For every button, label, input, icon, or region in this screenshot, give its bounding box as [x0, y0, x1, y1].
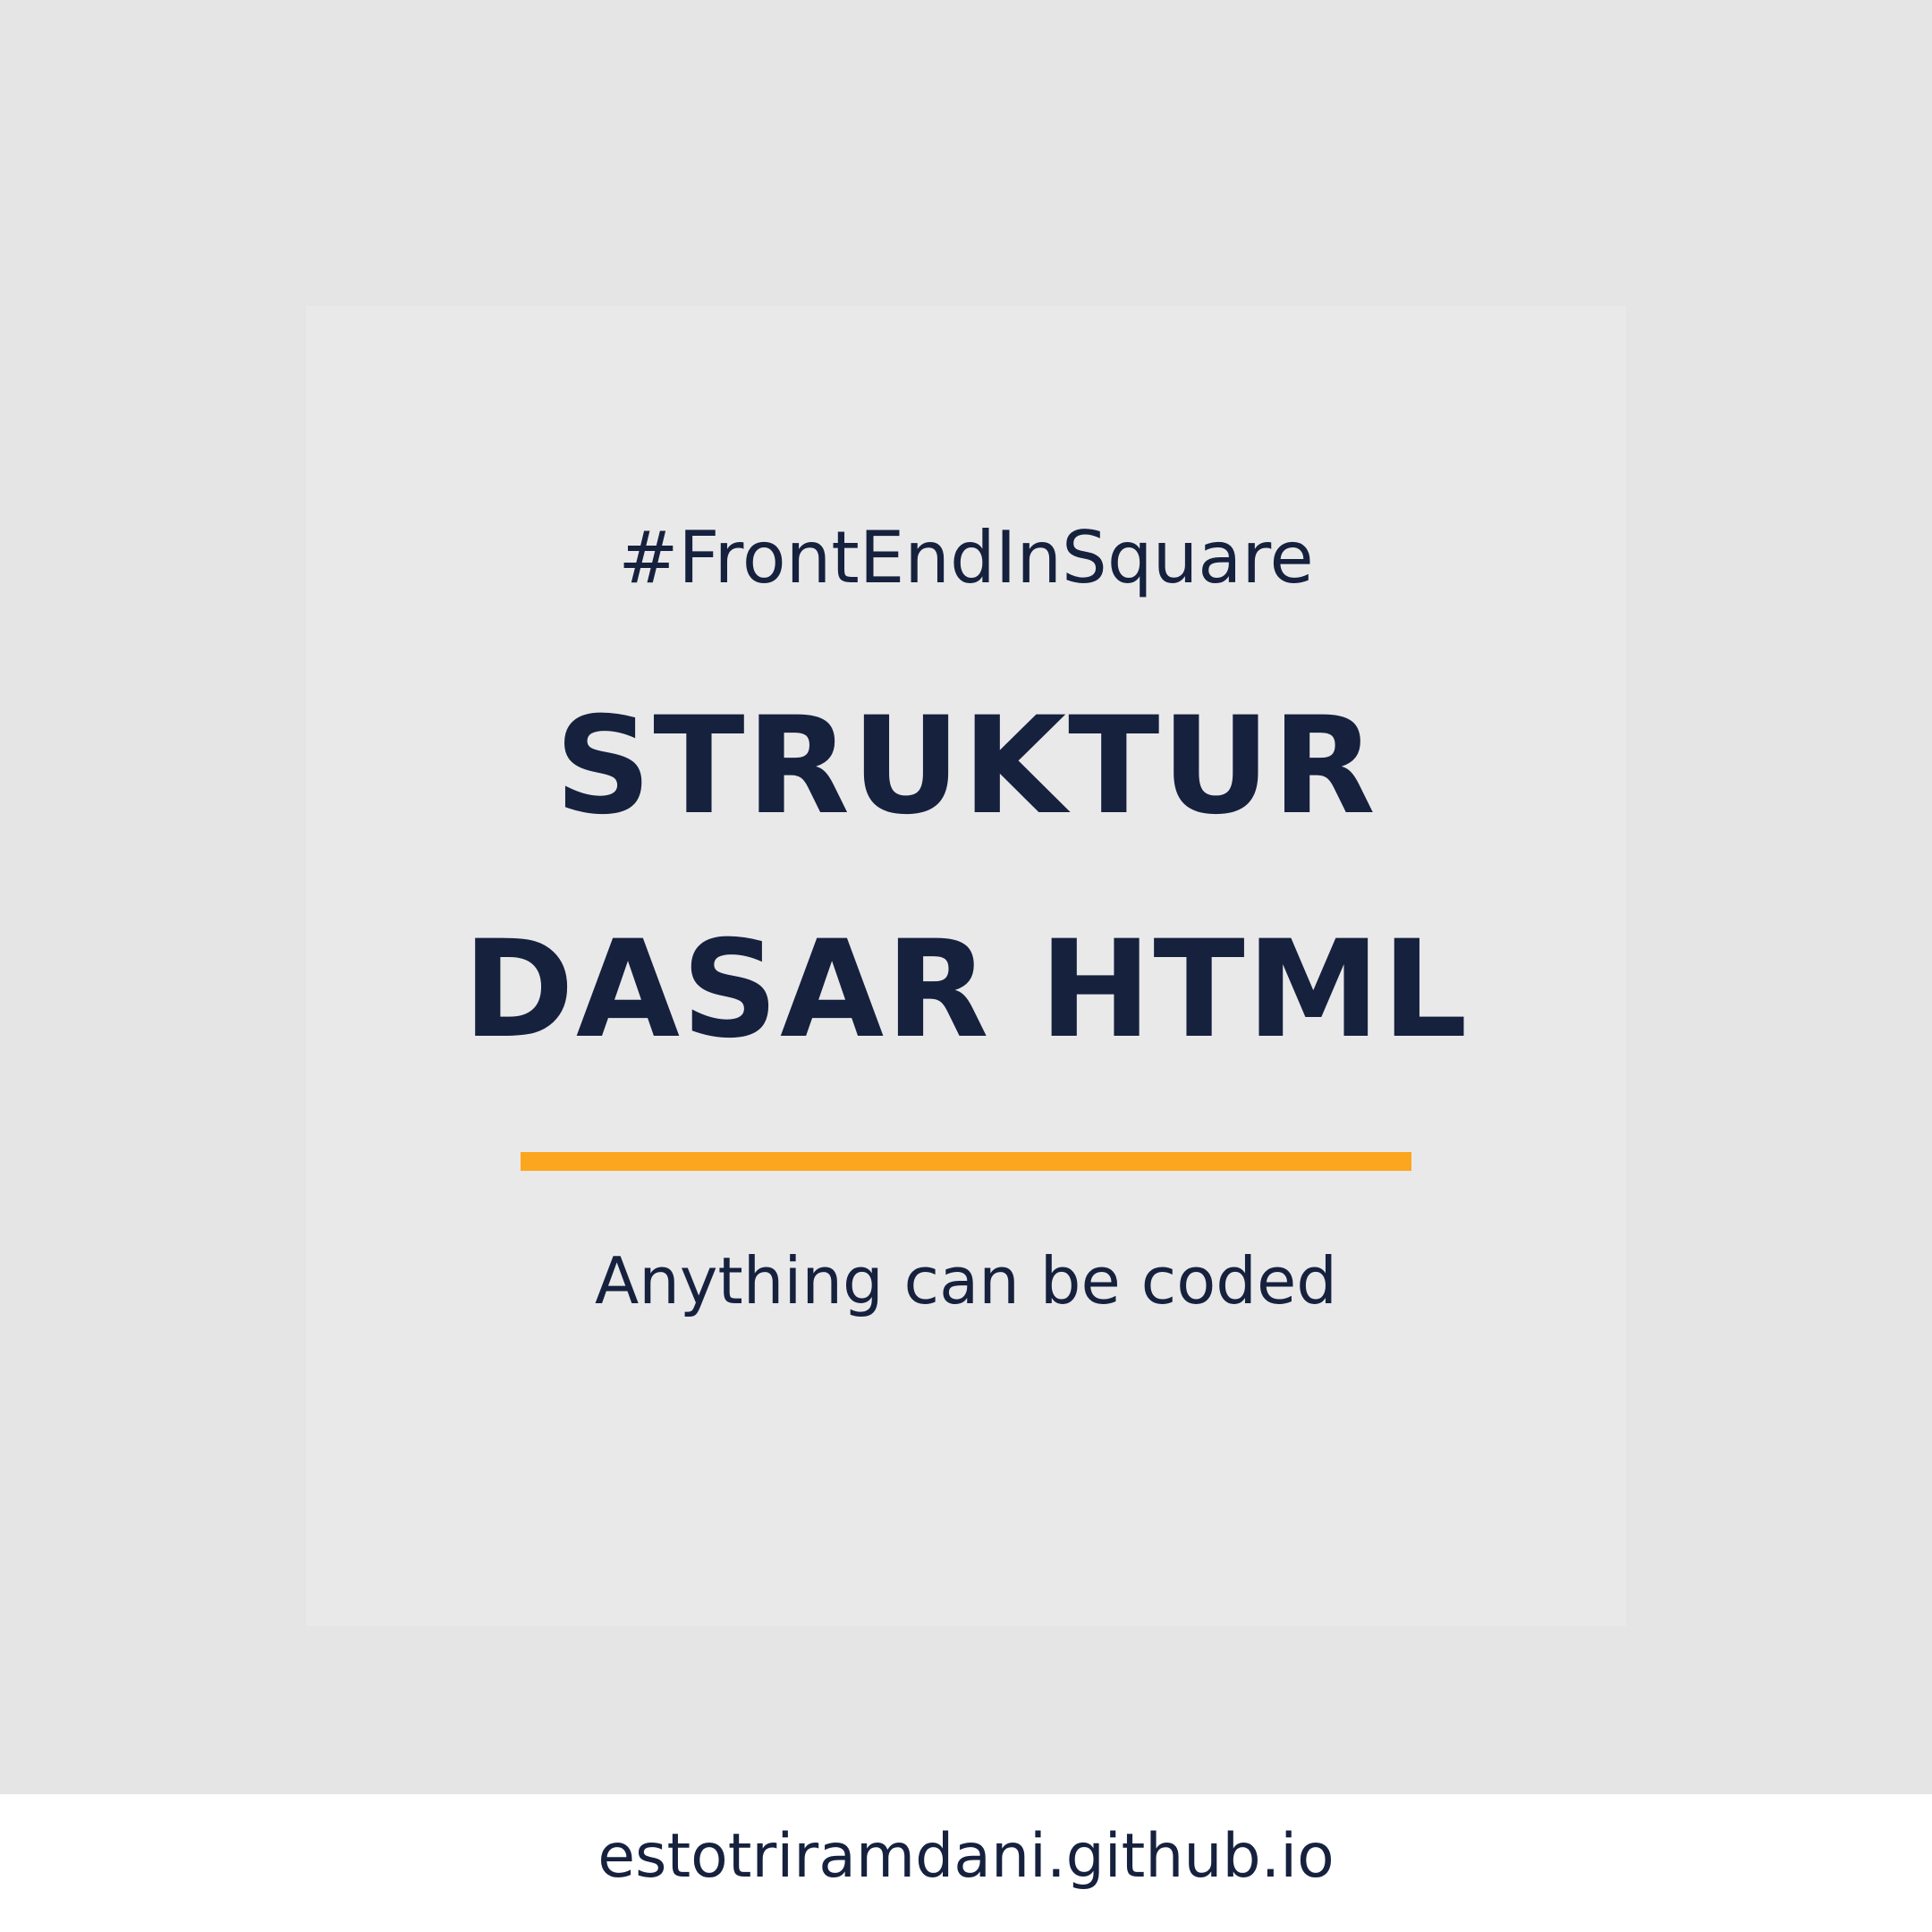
footer: estotriramdani.github.io [0, 1794, 1932, 1932]
background-area: #FrontEndInSquare STRUKTUR DASAR HTML An… [0, 0, 1932, 1794]
tagline: Anything can be coded [594, 1243, 1338, 1318]
footer-url-link[interactable]: estotriramdani.github.io [0, 1826, 1932, 1887]
title-line-2: DASAR HTML [462, 912, 1470, 1068]
hashtag-label: #FrontEndInSquare [618, 516, 1314, 599]
accent-divider [521, 1152, 1411, 1171]
title-card: #FrontEndInSquare STRUKTUR DASAR HTML An… [306, 306, 1626, 1626]
title-line-1: STRUKTUR [555, 689, 1377, 844]
